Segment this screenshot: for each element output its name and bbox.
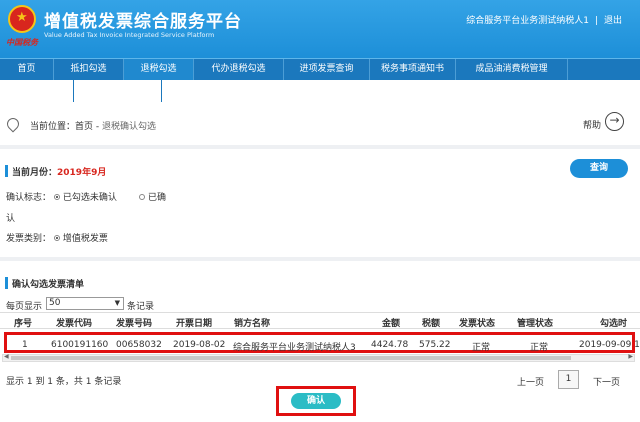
tax-emblem-icon: [8, 5, 36, 33]
app-header: 中国税务 增值税发票综合服务平台 Value Added Tax Invoice…: [0, 0, 640, 58]
nav-tax-notice[interactable]: 税务事项通知书: [370, 59, 456, 80]
confirm-highlight: 确认: [276, 386, 356, 416]
scroll-right-icon[interactable]: ▶: [628, 353, 633, 360]
nav-agent-refund-select[interactable]: 代办退税勾选: [194, 59, 284, 80]
cell-issue-date: 2019-08-02: [173, 340, 226, 350]
confirm-flag-row: 确认标志： 已勾选未确认: [6, 190, 117, 203]
main-nav: 首页 抵扣勾选 退税勾选 代办退税勾选 进项发票查询 税务事项通知书 成品油消费…: [0, 58, 640, 80]
list-title: 确认勾选发票清单: [12, 280, 85, 290]
confirm-button[interactable]: 确认: [291, 393, 341, 409]
confirm-flag-opt2-wrap: 认: [6, 214, 16, 224]
cell-invoice-status: 正常: [472, 343, 491, 353]
cell-tax: 575.22: [419, 340, 451, 350]
table-header: 序号 发票代码 发票号码 开票日期 销方名称 金额 税额 发票状态 管理状态 勾…: [0, 312, 640, 329]
page-number-button[interactable]: 1: [558, 370, 579, 389]
invoice-type-row: 发票类别： 增值税发票: [6, 231, 108, 244]
cell-amount: 4424.78: [371, 340, 409, 350]
confirm-flag-opt2: 已确: [139, 190, 166, 203]
col-tax[interactable]: 税额: [422, 316, 440, 329]
invoice-type-opt1-label[interactable]: 增值税发票: [63, 234, 108, 244]
breadcrumb-home[interactable]: 当前位置：首页 -: [30, 122, 99, 132]
confirm-flag-opt1-label[interactable]: 已勾选未确认: [63, 193, 117, 203]
nav-dropdown-line: [161, 80, 162, 102]
col-invoice-code[interactable]: 发票代码: [56, 316, 92, 329]
section-accent-bar: [5, 165, 8, 177]
page-size-label: 每页显示: [6, 302, 43, 312]
col-issue-date[interactable]: 开票日期: [176, 316, 212, 329]
cell-seller-name: 综合服务平台业务测试纳税人3: [233, 343, 356, 353]
horizontal-scrollbar[interactable]: ◀ ▶: [2, 353, 635, 362]
list-section-header: 确认勾选发票清单: [0, 273, 640, 293]
scrollbar-thumb[interactable]: [11, 356, 571, 360]
col-amount[interactable]: 金额: [382, 316, 400, 329]
pagination-summary: 显示 1 到 1 条，共 1 条记录: [6, 377, 122, 387]
user-separator: |: [594, 16, 598, 26]
page-size-value: 50: [49, 298, 61, 308]
scroll-left-icon[interactable]: ◀: [4, 353, 9, 360]
user-area: 综合服务平台业务测试纳税人1 | 退出: [466, 13, 622, 26]
col-index[interactable]: 序号: [14, 316, 32, 329]
cell-invoice-code: 6100191160: [51, 340, 109, 350]
col-invoice-number[interactable]: 发票号码: [116, 316, 152, 329]
query-button[interactable]: 查询: [570, 159, 628, 178]
system-subtitle: Value Added Tax Invoice Integrated Servi…: [44, 31, 215, 39]
section-divider: [0, 257, 640, 261]
month-label: 当前月份：: [12, 168, 58, 178]
prev-page-button[interactable]: 上一页: [517, 375, 544, 388]
table-row[interactable]: 1 6100191160 00658032 2019-08-02 综合服务平台业…: [4, 332, 640, 353]
current-month: 当前月份：2019年9月: [12, 165, 106, 178]
invoice-type-radio-vat[interactable]: [53, 234, 60, 241]
arrow-right-circle-icon[interactable]: →: [605, 112, 624, 131]
cell-index: 1: [22, 340, 28, 350]
nav-dropdown-line: [73, 80, 74, 102]
logout-link[interactable]: 退出: [604, 16, 622, 26]
month-value: 2019年9月: [57, 168, 107, 178]
confirm-flag-label: 确认标志：: [6, 193, 52, 203]
next-page-button[interactable]: 下一页: [593, 375, 620, 388]
user-name[interactable]: 综合服务平台业务测试纳税人1: [466, 16, 589, 26]
nav-home[interactable]: 首页: [0, 59, 54, 80]
nav-input-invoice-query[interactable]: 进项发票查询: [284, 59, 370, 80]
location-icon: [4, 115, 22, 133]
records-label: 条记录: [127, 302, 155, 312]
system-title: 增值税发票综合服务平台: [44, 12, 242, 32]
cell-manage-status: 正常: [530, 343, 549, 353]
nav-oil-consumption-tax[interactable]: 成品油消费税管理: [456, 59, 568, 80]
breadcrumb: 当前位置：首页 - 退税确认勾选 帮助 →: [0, 110, 640, 140]
caret-down-icon: ▼: [114, 299, 120, 307]
help-label[interactable]: 帮助: [583, 118, 601, 131]
col-seller-name[interactable]: 销方名称: [234, 316, 270, 329]
tax-logo-text: 中国税务: [6, 37, 38, 47]
section-divider: [0, 145, 640, 149]
cell-invoice-number: 00658032: [116, 340, 162, 350]
breadcrumb-path: 当前位置：首页 - 退税确认勾选: [30, 119, 156, 132]
confirm-flag-opt2-label[interactable]: 已确: [148, 193, 166, 203]
col-manage-status[interactable]: 管理状态: [517, 316, 553, 329]
confirm-flag-radio-unconfirmed[interactable]: [53, 193, 60, 200]
section-accent-bar: [5, 277, 8, 289]
col-select-time[interactable]: 勾选时: [600, 316, 627, 329]
nav-deduction-select[interactable]: 抵扣勾选: [54, 59, 124, 80]
confirm-flag-radio-confirmed[interactable]: [139, 193, 145, 200]
breadcrumb-current: 退税确认勾选: [101, 122, 156, 132]
nav-refund-select[interactable]: 退税勾选: [124, 59, 194, 80]
col-invoice-status[interactable]: 发票状态: [459, 316, 495, 329]
query-section-header: 当前月份：2019年9月: [0, 161, 640, 181]
page-size-select[interactable]: 50 ▼: [46, 297, 124, 310]
cell-select-time: 2019-09-09 1: [579, 340, 640, 350]
invoice-type-label: 发票类别：: [6, 234, 52, 244]
